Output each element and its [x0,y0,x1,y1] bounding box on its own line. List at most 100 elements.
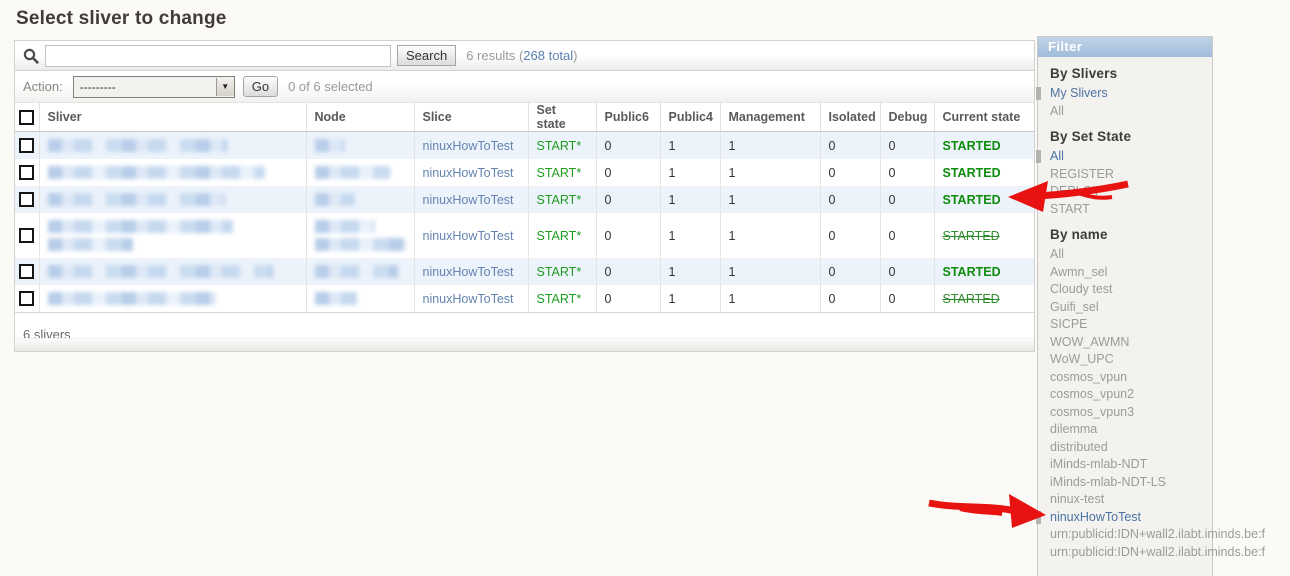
action-select[interactable]: --------- ▼ [73,76,235,98]
row-checkbox[interactable] [19,165,34,180]
filter-item-dilemma[interactable]: dilemma [1050,421,1212,439]
filter-item-register[interactable]: REGISTER [1050,166,1212,184]
filter-item-wow-upc[interactable]: WoW_UPC [1050,351,1212,369]
filter-item-link[interactable]: START [1050,202,1090,216]
sliver-table-body: ninuxHowToTestSTART*01100STARTEDninuxHow… [15,132,1034,313]
filter-item-deploy[interactable]: DEPLOY [1050,183,1212,201]
slice-link[interactable]: ninuxHowToTest [423,292,514,306]
filter-item-link[interactable]: distributed [1050,440,1108,454]
row-checkbox[interactable] [19,138,34,153]
dropdown-arrow-icon[interactable]: ▼ [216,78,234,96]
current-state-value: STARTED [943,166,1001,180]
filter-item-link[interactable]: DEPLOY [1050,184,1101,198]
results-count-prefix: 6 results ( [466,48,523,63]
row-checkbox[interactable] [19,228,34,243]
filter-item-iminds-mlab-ndt-ls[interactable]: iMinds-mlab-NDT-LS [1050,474,1212,492]
public6-value: 0 [596,258,660,285]
filter-item-link[interactable]: Guifi_sel [1050,300,1099,314]
table-row: ninuxHowToTestSTART*01100STARTED [15,258,1034,285]
filter-item-cosmos-vpun[interactable]: cosmos_vpun [1050,369,1212,387]
slice-link[interactable]: ninuxHowToTest [423,166,514,180]
column-header-management[interactable]: Management [720,103,820,132]
column-header-public6[interactable]: Public6 [596,103,660,132]
column-header-sliver[interactable]: Sliver [39,103,306,132]
public6-value: 0 [596,213,660,258]
filter-item-iminds-mlab-ndt[interactable]: iMinds-mlab-NDT [1050,456,1212,474]
filter-item-my-slivers[interactable]: My Slivers [1050,85,1212,103]
column-header-isolated[interactable]: Isolated [820,103,880,132]
action-select-value: --------- [74,80,216,94]
redacted-text [315,166,390,179]
search-button[interactable]: Search [397,45,456,66]
go-button[interactable]: Go [243,76,278,97]
filter-item-link[interactable]: All [1050,247,1064,261]
search-input[interactable] [45,45,391,67]
filter-item-awmn-sel[interactable]: Awmn_sel [1050,264,1212,282]
filter-item-cloudy-test[interactable]: Cloudy test [1050,281,1212,299]
slice-link[interactable]: ninuxHowToTest [423,193,514,207]
filter-item-link[interactable]: WoW_UPC [1050,352,1114,366]
filter-item-urn-publicid-idn-wall2-ilabt-iminds-be-f[interactable]: urn:publicid:IDN+wall2.ilabt.iminds.be:f [1050,526,1212,544]
column-header-slice[interactable]: Slice [414,103,528,132]
redacted-text [315,238,406,251]
filter-item-link[interactable]: ninuxHowToTest [1050,510,1141,524]
filter-item-link[interactable]: urn:publicid:IDN+wall2.ilabt.iminds.be:f [1050,527,1265,541]
filter-item-ninux-test[interactable]: ninux-test [1050,491,1212,509]
filter-item-link[interactable]: urn:publicid:IDN+wall2.ilabt.iminds.be:f [1050,545,1265,559]
filter-item-link[interactable]: WOW_AWMN [1050,335,1129,349]
node-cell [306,258,414,285]
filter-item-link[interactable]: iMinds-mlab-NDT-LS [1050,475,1166,489]
filter-item-link[interactable]: My Slivers [1050,86,1108,100]
filter-item-all[interactable]: All [1050,103,1212,121]
node-cell [306,186,414,213]
filter-item-ninuxhowtotest[interactable]: ninuxHowToTest [1050,509,1212,527]
column-header-debug[interactable]: Debug [880,103,934,132]
filter-item-link[interactable]: REGISTER [1050,167,1114,181]
filter-item-sicpe[interactable]: SICPE [1050,316,1212,334]
actions-bar: Action: --------- ▼ Go 0 of 6 selected [15,71,1034,103]
filter-item-urn-publicid-idn-wall2-ilabt-iminds-be-f[interactable]: urn:publicid:IDN+wall2.ilabt.iminds.be:f [1050,544,1212,562]
filter-item-link[interactable]: Cloudy test [1050,282,1113,296]
filter-item-link[interactable]: ninux-test [1050,492,1104,506]
filter-item-link[interactable]: SICPE [1050,317,1088,331]
public4-value: 1 [660,132,720,160]
slice-link[interactable]: ninuxHowToTest [423,229,514,243]
filter-item-link[interactable]: Awmn_sel [1050,265,1107,279]
filter-item-all[interactable]: All [1050,246,1212,264]
action-label: Action: [23,79,63,94]
redacted-text [48,265,273,278]
filter-item-cosmos-vpun2[interactable]: cosmos_vpun2 [1050,386,1212,404]
filter-item-link[interactable]: iMinds-mlab-NDT [1050,457,1147,471]
filter-item-cosmos-vpun3[interactable]: cosmos_vpun3 [1050,404,1212,422]
filter-item-guifi-sel[interactable]: Guifi_sel [1050,299,1212,317]
set-state-value: START* [537,292,582,306]
filter-item-link[interactable]: dilemma [1050,422,1097,436]
row-checkbox[interactable] [19,291,34,306]
current-state-value: STARTED [943,265,1001,279]
filter-body: By SliversMy SliversAllBy Set StateAllRE… [1038,66,1212,561]
filter-item-distributed[interactable]: distributed [1050,439,1212,457]
filter-item-all[interactable]: All [1050,148,1212,166]
column-header-public4[interactable]: Public4 [660,103,720,132]
column-header-node[interactable]: Node [306,103,414,132]
select-all-checkbox[interactable] [19,110,34,125]
set-state-value: START* [537,193,582,207]
filter-item-link[interactable]: All [1050,104,1064,118]
filter-item-link[interactable]: All [1050,149,1064,163]
slice-link[interactable]: ninuxHowToTest [423,139,514,153]
filter-item-start[interactable]: START [1050,201,1212,219]
filter-item-link[interactable]: cosmos_vpun [1050,370,1127,384]
slice-link[interactable]: ninuxHowToTest [423,265,514,279]
column-header-set-state[interactable]: Set state [528,103,596,132]
management-value: 1 [720,186,820,213]
filter-item-link[interactable]: cosmos_vpun2 [1050,387,1134,401]
filter-item-wow-awmn[interactable]: WOW_AWMN [1050,334,1212,352]
column-header-current-state[interactable]: Current state [934,103,1034,132]
filter-item-link[interactable]: cosmos_vpun3 [1050,405,1134,419]
row-checkbox[interactable] [19,264,34,279]
sliver-cell [39,285,306,313]
row-checkbox[interactable] [19,192,34,207]
management-value: 1 [720,132,820,160]
total-results-link[interactable]: 268 total [523,48,573,63]
filter-section: By nameAllAwmn_selCloudy testGuifi_selSI… [1050,227,1212,561]
